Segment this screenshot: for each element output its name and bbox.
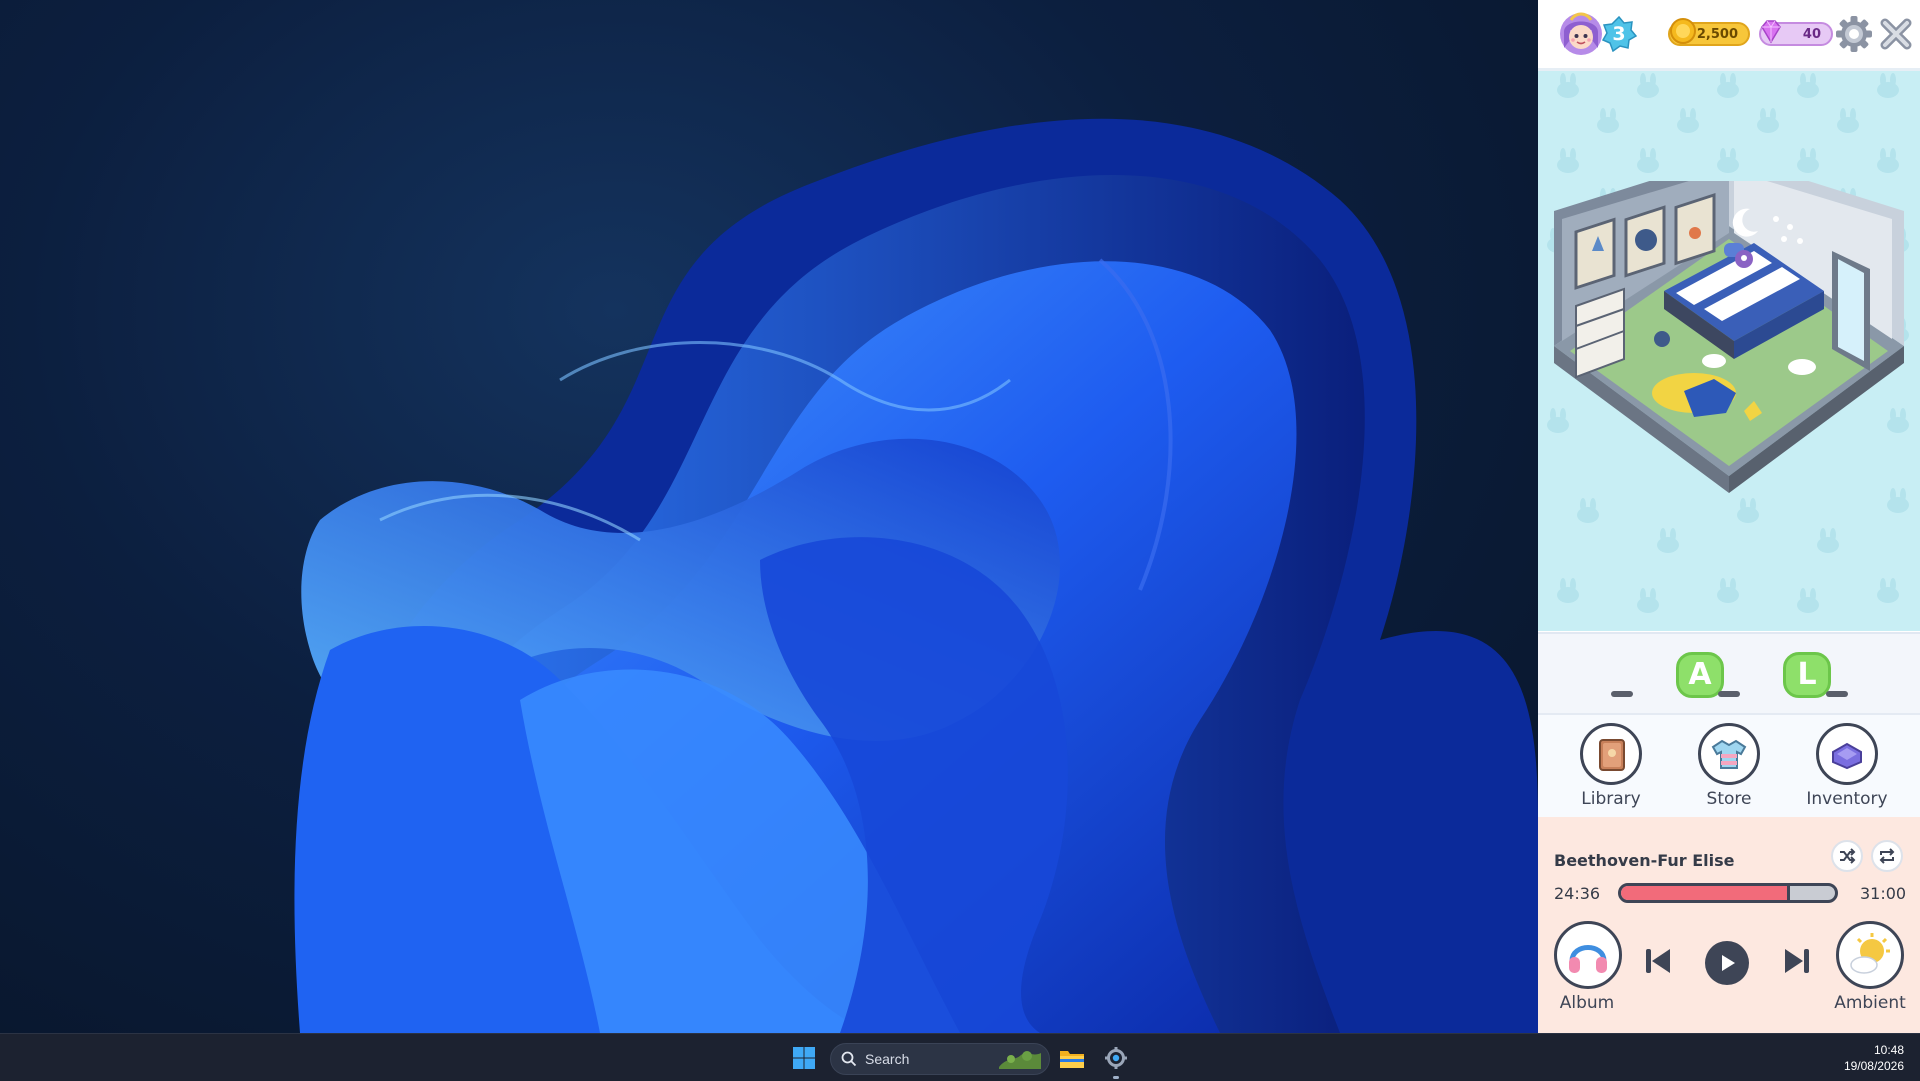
isometric-bedroom xyxy=(1554,181,1904,493)
start-button[interactable] xyxy=(786,1040,822,1076)
elapsed-time: 24:36 xyxy=(1554,884,1601,903)
game-top-bar: 3 2,500 40 xyxy=(1538,0,1920,71)
inventory-icon-circle xyxy=(1816,723,1878,785)
search-placeholder: Search xyxy=(865,1051,910,1067)
track-title: Beethoven-Fur Elise xyxy=(1554,851,1735,870)
album-label: Album xyxy=(1559,993,1615,1013)
folder-icon xyxy=(1060,1051,1084,1068)
coins-amount: 2,500 xyxy=(1696,26,1738,42)
book-icon xyxy=(1599,739,1625,771)
play-button[interactable] xyxy=(1705,941,1749,985)
word-slot-empty xyxy=(1826,691,1848,697)
close-icon[interactable] xyxy=(1876,14,1916,54)
ambient-label: Ambient xyxy=(1834,993,1906,1013)
gem-icon xyxy=(1761,20,1781,44)
library-label: Library xyxy=(1581,789,1641,809)
search-icon xyxy=(841,1051,857,1067)
shirt-icon xyxy=(1711,739,1747,769)
word-slot-empty xyxy=(1718,691,1740,697)
gear-icon xyxy=(1105,1047,1127,1069)
repeat-icon xyxy=(1879,848,1895,864)
clock-time: 10:48 xyxy=(1873,1043,1904,1057)
shuffle-button[interactable] xyxy=(1831,840,1863,872)
music-player: Beethoven-Fur Elise 24:36 31:00 Album Am… xyxy=(1538,817,1920,1033)
taskbar: Search 10:48 19/08/2026 xyxy=(0,1033,1920,1081)
inventory-button[interactable]: Inventory xyxy=(1797,723,1897,813)
system-clock[interactable]: 10:48 19/08/2026 xyxy=(1844,1042,1904,1074)
word-slot-letter[interactable]: L xyxy=(1783,652,1831,698)
taskbar-search-box[interactable]: Search xyxy=(830,1043,1050,1075)
total-duration: 31:00 xyxy=(1860,884,1907,903)
play-icon xyxy=(1722,955,1735,971)
bloom-wallpaper-graphic xyxy=(294,118,1538,1033)
room-scene[interactable] xyxy=(1538,71,1920,631)
library-button[interactable]: Library xyxy=(1561,723,1661,813)
sun-cloud-icon xyxy=(1850,933,1890,974)
store-button[interactable]: Store xyxy=(1679,723,1779,813)
headphones-icon xyxy=(1569,945,1607,973)
word-slot-empty xyxy=(1611,691,1633,697)
game-nav-bar: Library Store Inventory xyxy=(1538,713,1920,819)
album-button[interactable] xyxy=(1554,921,1622,989)
progress-bar[interactable] xyxy=(1618,883,1838,903)
settings-app-button[interactable] xyxy=(1098,1040,1134,1076)
windows-logo-icon xyxy=(793,1047,815,1069)
previous-track-button[interactable] xyxy=(1642,945,1674,977)
player-avatar[interactable] xyxy=(1558,10,1604,58)
repeat-button[interactable] xyxy=(1871,840,1903,872)
desktop-wallpaper xyxy=(0,0,1538,1033)
next-track-button[interactable] xyxy=(1781,945,1813,977)
file-explorer-button[interactable] xyxy=(1054,1040,1090,1076)
player-level: 3 xyxy=(1612,23,1626,45)
inventory-label: Inventory xyxy=(1806,789,1888,809)
store-label: Store xyxy=(1706,789,1752,809)
coin-icon xyxy=(1670,18,1696,44)
ambient-button[interactable] xyxy=(1836,921,1904,989)
store-icon-circle xyxy=(1698,723,1760,785)
word-slot-letter[interactable]: A xyxy=(1676,652,1724,698)
sofa-icon xyxy=(1832,742,1862,770)
shuffle-icon xyxy=(1840,848,1856,864)
skip-next-icon xyxy=(1785,949,1809,973)
gems-amount: 40 xyxy=(1802,26,1821,42)
settings-gear-icon[interactable] xyxy=(1834,14,1874,54)
word-puzzle: A L xyxy=(1538,632,1920,714)
progress-fill xyxy=(1621,886,1791,900)
library-icon-circle xyxy=(1580,723,1642,785)
game-widget-panel: 3 2,500 40 A L Library Store Inventory B… xyxy=(1538,0,1920,1033)
active-app-indicator xyxy=(1113,1076,1119,1079)
search-highlight-icon xyxy=(999,1051,1041,1069)
clock-date: 19/08/2026 xyxy=(1843,1059,1904,1073)
skip-previous-icon xyxy=(1646,949,1670,973)
